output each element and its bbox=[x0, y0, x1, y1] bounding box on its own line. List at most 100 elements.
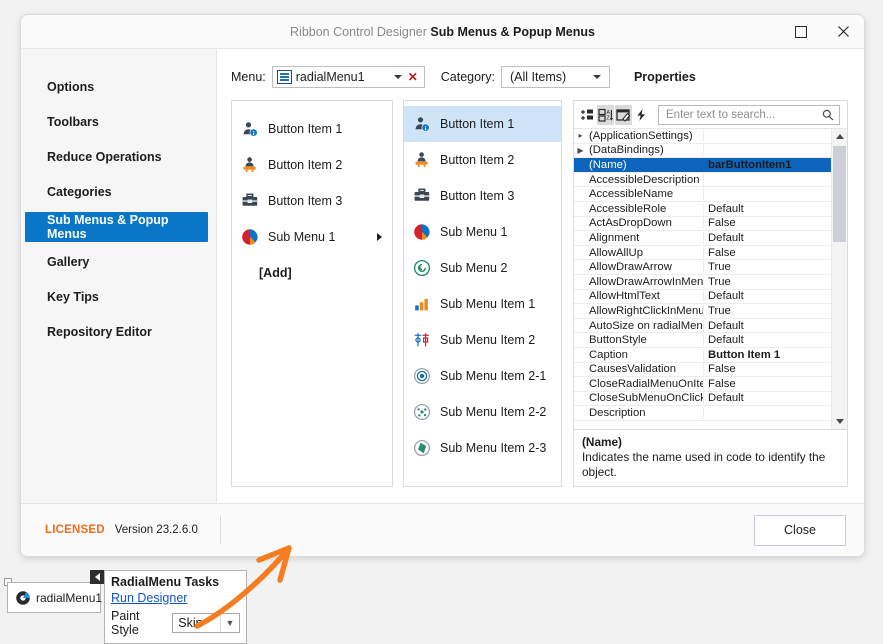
all-item-row-sub-menu-item-2[interactable]: Sub Menu Item 2 bbox=[404, 322, 561, 358]
paint-style-combobox[interactable]: Skin ▼ bbox=[172, 613, 240, 633]
property-row-allowdrawarrowinmenu[interactable]: AllowDrawArrowInMenu True bbox=[574, 275, 831, 290]
sidebar-item-key-tips[interactable]: Key Tips bbox=[25, 282, 208, 312]
property-name: CausesValidation bbox=[587, 363, 704, 376]
add-menu-item-button[interactable]: [Add] bbox=[232, 255, 392, 291]
menu-item-row-button-item-2[interactable]: Button Item 2 bbox=[232, 147, 392, 183]
property-row-alignment[interactable]: Alignment Default bbox=[574, 231, 831, 246]
search-input[interactable] bbox=[664, 107, 822, 122]
smart-tag-arrow-icon[interactable] bbox=[90, 570, 104, 584]
menu-item-label: Button Item 2 bbox=[268, 158, 343, 172]
clear-x-icon[interactable]: ✕ bbox=[406, 70, 420, 84]
property-value[interactable]: False bbox=[704, 247, 831, 259]
scrollbar-thumb[interactable] bbox=[833, 146, 846, 242]
property-row-autosize[interactable]: AutoSize on radialMenu1 Default bbox=[574, 319, 831, 334]
scroll-up-arrow-icon[interactable] bbox=[832, 129, 847, 144]
property-search-box[interactable] bbox=[658, 104, 840, 125]
all-item-row-button-item-3[interactable]: Button Item 3 bbox=[404, 178, 561, 214]
globe-icon bbox=[413, 439, 431, 457]
property-grid-scrollbar[interactable] bbox=[831, 129, 847, 429]
category-label: Category: bbox=[440, 70, 495, 84]
property-value[interactable]: False bbox=[704, 217, 831, 229]
property-value[interactable]: Default bbox=[704, 334, 831, 346]
all-item-row-button-item-1[interactable]: Button Item 1 bbox=[404, 106, 561, 142]
property-row-closeradialmenuonitemclick[interactable]: CloseRadialMenuOnItemClick False bbox=[574, 377, 831, 392]
sidebar-item-label: Key Tips bbox=[47, 290, 99, 304]
property-row-caption[interactable]: Caption Button Item 1 bbox=[574, 348, 831, 363]
property-value[interactable]: Default bbox=[704, 203, 831, 215]
all-item-row-sub-menu-item-1[interactable]: Sub Menu Item 1 bbox=[404, 286, 561, 322]
menu-item-row-button-item-1[interactable]: Button Item 1 bbox=[232, 111, 392, 147]
menu-item-row-button-item-3[interactable]: Button Item 3 bbox=[232, 183, 392, 219]
window-title: Ribbon Control Designer Sub Menus & Popu… bbox=[21, 25, 864, 39]
sidebar-item-gallery[interactable]: Gallery bbox=[25, 247, 208, 277]
property-name: AllowDrawArrowInMenu bbox=[589, 275, 704, 288]
property-value[interactable]: False bbox=[704, 378, 831, 390]
property-name: AllowHtmlText bbox=[587, 290, 704, 303]
sidebar-item-toolbars[interactable]: Toolbars bbox=[25, 107, 208, 137]
property-value[interactable]: Default bbox=[704, 290, 831, 302]
property-name: Caption bbox=[587, 348, 704, 361]
sidebar-item-categories[interactable]: Categories bbox=[25, 177, 208, 207]
all-item-row-sub-menu-1[interactable]: Sub Menu 1 bbox=[404, 214, 561, 250]
all-item-row-sub-menu-item-2-1[interactable]: Sub Menu Item 2-1 bbox=[404, 358, 561, 394]
sidebar-item-sub-menus-popup-menus[interactable]: Sub Menus & Popup Menus bbox=[25, 212, 208, 242]
property-value[interactable]: Default bbox=[704, 392, 831, 404]
property-row-accessiblename[interactable]: AccessibleName bbox=[574, 187, 831, 202]
menu-item-row-sub-menu-1[interactable]: Sub Menu 1 bbox=[232, 219, 392, 255]
all-item-label: Button Item 1 bbox=[440, 117, 515, 131]
chevron-down-icon[interactable] bbox=[592, 75, 601, 79]
property-row-allowhtmltext[interactable]: AllowHtmlText Default bbox=[574, 290, 831, 305]
property-value[interactable]: Button Item 1 bbox=[704, 349, 831, 361]
property-value[interactable]: True bbox=[704, 261, 831, 273]
events-lightning-icon[interactable] bbox=[633, 105, 650, 125]
property-row-actasdropdown[interactable]: ActAsDropDown False bbox=[574, 217, 831, 232]
component-tray-item[interactable]: radialMenu1 bbox=[7, 582, 102, 613]
property-row-description[interactable]: Description bbox=[574, 406, 831, 421]
scroll-down-arrow-icon[interactable] bbox=[832, 414, 847, 429]
property-row-closesubmenuonclickmode[interactable]: CloseSubMenuOnClickMode Default bbox=[574, 392, 831, 407]
property-row-causesvalidation[interactable]: CausesValidation False bbox=[574, 363, 831, 378]
chevron-down-icon[interactable] bbox=[393, 75, 402, 79]
properties-window-icon[interactable] bbox=[615, 104, 632, 125]
property-row-accessibledescription[interactable]: AccessibleDescription bbox=[574, 173, 831, 188]
property-value[interactable]: True bbox=[704, 305, 831, 317]
property-value[interactable]: False bbox=[704, 363, 831, 375]
property-value[interactable]: Default bbox=[704, 320, 831, 332]
property-value[interactable]: barButtonItem1 bbox=[704, 159, 831, 171]
expander-icon[interactable]: ▸ bbox=[574, 131, 587, 140]
menu-combobox[interactable]: radialMenu1 ✕ bbox=[271, 66, 425, 88]
expander-icon[interactable]: ▶ bbox=[574, 146, 587, 155]
person-podium-icon bbox=[241, 156, 259, 174]
property-description-text: Indicates the name used in code to ident… bbox=[582, 450, 826, 479]
property-row-allowallup[interactable]: AllowAllUp False bbox=[574, 246, 831, 261]
all-item-label: Sub Menu Item 2-2 bbox=[440, 405, 547, 419]
property-row-applicationsettings[interactable]: ▸ (ApplicationSettings) bbox=[574, 129, 831, 144]
property-name: (DataBindings) bbox=[587, 144, 704, 157]
property-row-name[interactable]: (Name) barButtonItem1 bbox=[574, 158, 831, 173]
run-designer-link[interactable]: Run Designer bbox=[111, 591, 187, 605]
all-item-row-sub-menu-item-2-2[interactable]: Sub Menu Item 2-2 bbox=[404, 394, 561, 430]
all-item-row-sub-menu-item-2-3[interactable]: Sub Menu Item 2-3 bbox=[404, 430, 561, 466]
property-row-allowdrawarrow[interactable]: AllowDrawArrow True bbox=[574, 260, 831, 275]
property-value[interactable]: True bbox=[704, 276, 831, 288]
property-name: CloseRadialMenuOnItemClick bbox=[587, 377, 704, 390]
sidebar-item-reduce-operations[interactable]: Reduce Operations bbox=[25, 142, 208, 172]
licensed-badge: LICENSED bbox=[45, 524, 105, 536]
alphabetical-sort-icon[interactable]: A Z bbox=[597, 104, 614, 125]
property-row-accessiblerole[interactable]: AccessibleRole Default bbox=[574, 202, 831, 217]
property-grid-body: ▸ (ApplicationSettings) ▶ (DataBindings) bbox=[574, 129, 847, 429]
property-row-databindings[interactable]: ▶ (DataBindings) bbox=[574, 144, 831, 159]
close-button[interactable]: Close bbox=[754, 514, 846, 546]
chevron-down-icon[interactable]: ▼ bbox=[220, 614, 239, 632]
scrollbar-track[interactable] bbox=[832, 144, 847, 414]
categorized-icon[interactable] bbox=[579, 105, 596, 125]
property-name: (ApplicationSettings) bbox=[587, 129, 704, 142]
property-value[interactable]: Default bbox=[704, 232, 831, 244]
all-item-row-button-item-2[interactable]: Button Item 2 bbox=[404, 142, 561, 178]
sidebar-item-options[interactable]: Options bbox=[25, 72, 208, 102]
sidebar-item-repository-editor[interactable]: Repository Editor bbox=[25, 317, 208, 347]
property-row-buttonstyle[interactable]: ButtonStyle Default bbox=[574, 333, 831, 348]
category-combobox[interactable]: (All Items) bbox=[500, 66, 610, 88]
property-row-allowrightclickinmenu[interactable]: AllowRightClickInMenu True bbox=[574, 304, 831, 319]
all-item-row-sub-menu-2[interactable]: Sub Menu 2 bbox=[404, 250, 561, 286]
